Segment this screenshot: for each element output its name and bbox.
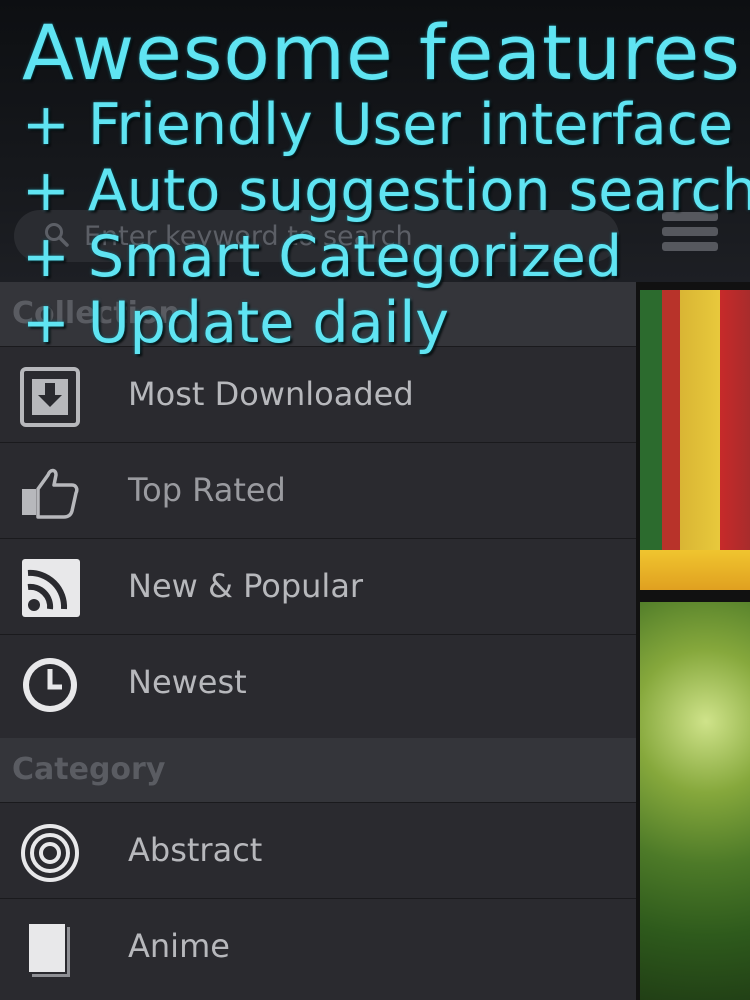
sidebar-item-most-downloaded[interactable]: Most Downloaded — [0, 346, 636, 442]
sidebar-item-new-popular[interactable]: New & Popular — [0, 538, 636, 634]
wallpaper-thumbnail[interactable] — [640, 290, 750, 590]
sidebar-item-label: Abstract — [128, 831, 263, 869]
sidebar-item-newest[interactable]: Newest — [0, 634, 636, 730]
sidebar-item-label: Top Rated — [128, 471, 286, 509]
feature-line: + Smart Categorized — [22, 224, 623, 290]
download-icon — [20, 367, 80, 427]
rss-icon — [22, 559, 80, 617]
thumbs-up-icon — [22, 468, 79, 519]
section-label: Category — [12, 752, 166, 787]
sidebar-item-label: Anime — [128, 927, 230, 965]
feature-line: + Friendly User interface — [22, 92, 734, 158]
sidebar-item-top-rated[interactable]: Top Rated — [0, 442, 636, 538]
wallpaper-grid — [636, 282, 750, 1000]
sidebar: Collection Most Downloaded Top Rated New… — [0, 282, 636, 1000]
sidebar-item-label: Newest — [128, 663, 247, 701]
section-header-category: Category — [0, 738, 636, 802]
feature-line: + Update daily — [22, 290, 449, 356]
feature-line: + Auto suggestion search — [22, 158, 750, 224]
sidebar-item-anime[interactable]: Anime — [0, 898, 636, 994]
sidebar-item-label: New & Popular — [128, 567, 364, 605]
sidebar-item-abstract[interactable]: Abstract — [0, 802, 636, 898]
clock-icon — [23, 658, 77, 712]
headline-title: Awesome features — [22, 8, 741, 97]
target-icon — [21, 824, 79, 882]
sidebar-item-label: Most Downloaded — [128, 375, 414, 413]
wallpaper-thumbnail[interactable] — [640, 602, 750, 1000]
pages-icon — [27, 922, 70, 977]
